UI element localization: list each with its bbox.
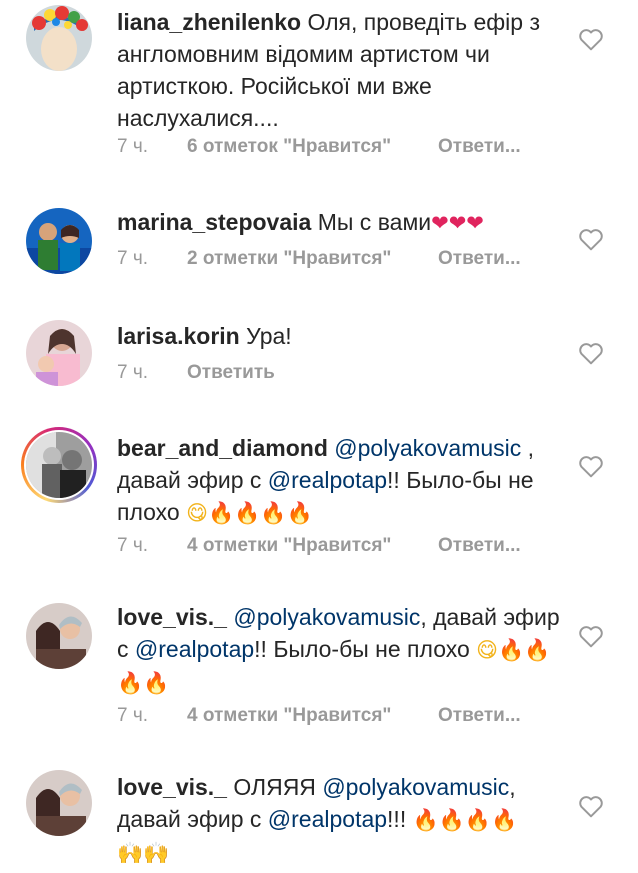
comment-meta: 7 ч. Ответить — [117, 362, 275, 384]
avatar — [26, 432, 92, 498]
comment-username[interactable]: love_vis._ — [117, 774, 227, 800]
avatar[interactable] — [26, 5, 92, 71]
avatar[interactable] — [26, 770, 92, 836]
avatar[interactable] — [26, 320, 92, 386]
comment-time[interactable]: 7 ч. — [117, 136, 187, 158]
comment-text: bear_and_diamond @polyakovamusic , давай… — [117, 432, 567, 529]
reply-button[interactable]: Ответи... — [438, 535, 521, 557]
comment-username[interactable]: marina_stepovaia — [117, 209, 311, 235]
comment-body: !! Было-бы не плохо — [254, 636, 477, 662]
mention-link[interactable]: @realpotap — [268, 806, 387, 832]
comment-body: Мы с вами — [317, 209, 432, 235]
reply-button[interactable]: Ответи... — [438, 705, 521, 727]
comment-text: love_vis._ ОЛЯЯЯ @polyakovamusic, давай … — [117, 771, 567, 869]
heart-emoji: ❤❤❤ — [431, 211, 484, 235]
reply-button[interactable]: Ответить — [187, 362, 275, 384]
comment-meta: 7 ч. 2 отметки "Нравится" Ответи... — [117, 248, 521, 270]
comment-body: ОЛЯЯЯ — [233, 774, 323, 800]
comment-meta: 7 ч. 4 отметки "Нравится" Ответи... — [117, 535, 521, 557]
comment-likes-count[interactable]: 2 отметки "Нравится" — [187, 248, 438, 270]
mention-link[interactable]: @polyakovamusic — [322, 774, 509, 800]
heart-outline-icon[interactable] — [578, 454, 604, 478]
comment-username[interactable]: liana_zhenilenko — [117, 9, 301, 35]
fire-emoji: 🔥🔥🔥🔥 — [412, 808, 518, 832]
yum-emoji: 😋 — [476, 638, 499, 662]
mention-link[interactable]: @realpotap — [135, 636, 254, 662]
avatar-image — [26, 5, 92, 71]
comment-time[interactable]: 7 ч. — [117, 362, 187, 384]
comment-username[interactable]: bear_and_diamond — [117, 435, 328, 461]
avatar-image — [26, 603, 92, 669]
reply-button[interactable]: Ответи... — [438, 136, 521, 158]
comment-time[interactable]: 7 ч. — [117, 705, 187, 727]
comment-username[interactable]: love_vis._ — [117, 604, 227, 630]
story-ring[interactable] — [21, 427, 97, 503]
comment-time[interactable]: 7 ч. — [117, 248, 187, 270]
mention-link[interactable]: @polyakovamusic — [334, 435, 521, 461]
mention-link[interactable]: @polyakovamusic — [233, 604, 420, 630]
yum-emoji: 😋 — [186, 501, 208, 525]
heart-outline-icon[interactable] — [578, 794, 604, 818]
comment-likes-count[interactable]: 6 отметок "Нравится" — [187, 136, 438, 158]
avatar-image — [26, 208, 92, 274]
avatar[interactable] — [26, 603, 92, 669]
comment-body: !!! — [387, 806, 413, 832]
comment-likes-count[interactable]: 4 отметки "Нравится" — [187, 535, 438, 557]
heart-outline-icon[interactable] — [578, 227, 604, 251]
heart-outline-icon[interactable] — [578, 341, 604, 365]
raised-hands-emoji: 🙌🙌 — [117, 841, 170, 865]
comment-text: larisa.korin Ура! — [117, 320, 567, 352]
mention-link[interactable]: @realpotap — [268, 467, 387, 493]
avatar[interactable] — [26, 208, 92, 274]
comment-username[interactable]: larisa.korin — [117, 323, 240, 349]
comment-body: Ура! — [246, 323, 292, 349]
fire-emoji: 🔥🔥🔥🔥 — [208, 501, 313, 525]
comment-meta: 7 ч. 6 отметок "Нравится" Ответи... — [117, 136, 521, 158]
heart-outline-icon[interactable] — [578, 624, 604, 648]
story-ring-inner — [24, 430, 94, 500]
comment-meta: 7 ч. 4 отметки "Нравится" Ответи... — [117, 705, 521, 727]
comment-likes-count[interactable]: 4 отметки "Нравится" — [187, 705, 438, 727]
comment-text: liana_zhenilenko Оля, проведіть ефір з а… — [117, 6, 567, 134]
reply-button[interactable]: Ответи... — [438, 248, 521, 270]
comment-time[interactable]: 7 ч. — [117, 535, 187, 557]
heart-outline-icon[interactable] — [578, 27, 604, 51]
avatar-image — [26, 432, 92, 498]
comment-text: love_vis._ @polyakovamusic, давай эфир с… — [117, 601, 567, 699]
avatar-image — [26, 320, 92, 386]
comment-text: marina_stepovaia Мы с вами❤❤❤ — [117, 206, 567, 239]
avatar-image — [26, 770, 92, 836]
